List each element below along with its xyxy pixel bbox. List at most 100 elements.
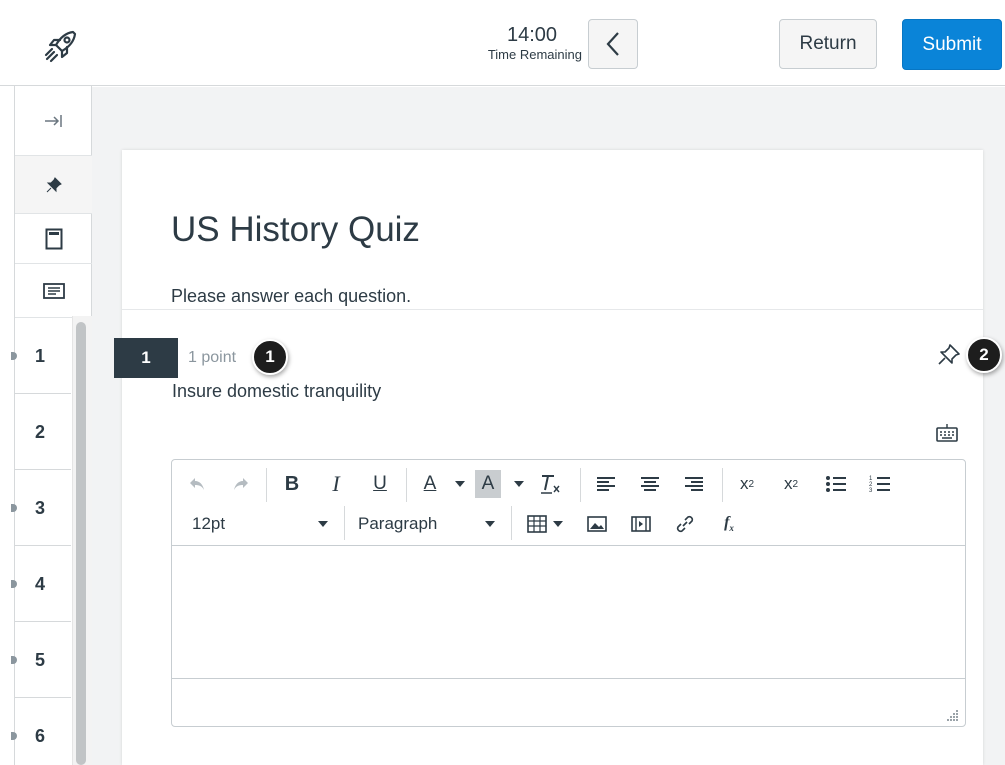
quiz-instructions: Please answer each question.: [171, 286, 412, 306]
expand-sidebar-button[interactable]: [15, 86, 92, 156]
timer: 14:00 Time Remaining: [462, 24, 582, 64]
superscript-button[interactable]: x2: [732, 470, 762, 498]
align-right-button[interactable]: [680, 470, 708, 498]
question-status-dot: [11, 504, 17, 512]
editor-toolbar: B I U A A x2 x2 1 2 3 12pt Paragraph fx: [172, 460, 965, 546]
collapse-timer-button[interactable]: [588, 19, 638, 69]
rail-question-2[interactable]: 2: [15, 394, 71, 470]
toolbar-separator: [266, 468, 267, 502]
bullet-list-button[interactable]: [822, 470, 850, 498]
rail-question-1[interactable]: 1: [11, 318, 71, 394]
block-format-value: Paragraph: [358, 514, 438, 533]
font-size-select[interactable]: 12pt: [192, 510, 302, 538]
question-status-dot: [11, 580, 17, 588]
keyboard-shortcuts-icon[interactable]: [935, 423, 959, 443]
quiz-title: US History Quiz: [171, 210, 420, 249]
bold-button[interactable]: B: [278, 470, 306, 498]
rail-question-number: 6: [35, 726, 46, 746]
pin-question-icon[interactable]: [936, 342, 962, 368]
align-left-icon: [597, 477, 615, 491]
align-left-button[interactable]: [592, 470, 620, 498]
calculator-button[interactable]: [15, 214, 92, 264]
rail-question-6[interactable]: 6: [11, 698, 71, 765]
numbered-list-button[interactable]: 1 2 3: [866, 470, 894, 498]
calculator-icon: [45, 228, 62, 249]
callout-marker-1: 1: [252, 339, 288, 375]
subscript-button[interactable]: x2: [776, 470, 806, 498]
rail-question-number: 5: [35, 650, 46, 670]
rocket-icon: [40, 24, 84, 68]
callout-marker-2: 2: [966, 337, 1002, 373]
notes-icon: [42, 282, 65, 299]
redo-icon: [234, 478, 248, 490]
editor-content-area[interactable]: [172, 546, 965, 678]
rail-scrollbar-thumb[interactable]: [76, 322, 86, 765]
pinned-questions-button[interactable]: [15, 156, 92, 214]
pin-icon: [46, 176, 62, 192]
table-icon: [527, 515, 547, 533]
toolbar-separator: [406, 468, 407, 502]
time-remaining-value: 14:00: [506, 24, 558, 46]
clear-formatting-icon: [541, 475, 560, 494]
table-button[interactable]: [524, 510, 550, 538]
media-icon: [631, 516, 651, 532]
question-navigation-rail: 1 2 3 4 5 6: [11, 86, 92, 765]
numbered-list-icon: 1 2 3: [869, 476, 890, 494]
block-format-select[interactable]: Paragraph: [358, 510, 478, 538]
caret-down-icon[interactable]: [455, 481, 465, 487]
caret-down-icon[interactable]: [485, 521, 495, 527]
resize-handle-icon[interactable]: [947, 708, 959, 721]
submit-button[interactable]: Submit: [902, 19, 1002, 70]
editor-status-bar: [172, 678, 965, 726]
font-size-value: 12pt: [192, 514, 226, 533]
equation-button[interactable]: fx: [716, 510, 742, 538]
rail-question-4[interactable]: 4: [11, 546, 71, 622]
chevron-left-icon: [606, 32, 619, 56]
align-right-icon: [685, 477, 703, 491]
rail-question-number: 1: [35, 346, 46, 366]
toolbar-separator: [511, 506, 512, 540]
caret-down-icon[interactable]: [318, 521, 328, 527]
image-icon: [587, 516, 607, 532]
top-bar: 14:00 Time Remaining Return Submit: [0, 0, 1005, 86]
time-remaining-label: Time Remaining: [487, 47, 582, 62]
undo-button[interactable]: [184, 470, 210, 498]
rail-question-5[interactable]: 5: [11, 622, 71, 698]
question-points: 1 point: [188, 349, 237, 366]
question-text: Insure domestic tranquility: [172, 381, 382, 401]
italic-button[interactable]: I: [322, 470, 350, 498]
bullet-list-icon: [826, 476, 846, 492]
rail-question-number: 4: [35, 574, 46, 594]
text-color-button[interactable]: A: [416, 470, 444, 498]
toolbar-separator: [344, 506, 345, 540]
svg-text:3: 3: [869, 488, 873, 494]
undo-icon: [190, 478, 204, 490]
align-center-icon: [641, 477, 659, 491]
expand-arrow-icon: [44, 114, 62, 127]
toolbar-separator: [580, 468, 581, 502]
clear-formatting-button[interactable]: [536, 470, 566, 498]
rail-question-number: 3: [35, 498, 46, 518]
question-status-dot: [11, 352, 17, 360]
function-icon: fx: [724, 514, 734, 534]
notes-button[interactable]: [15, 264, 92, 318]
divider: [122, 309, 983, 310]
link-button[interactable]: [672, 510, 698, 538]
underline-button[interactable]: U: [366, 470, 394, 498]
rail-question-number: 2: [35, 422, 46, 442]
link-icon: [676, 515, 694, 533]
question-status-dot: [11, 656, 17, 664]
caret-down-icon[interactable]: [553, 521, 563, 527]
redo-button[interactable]: [228, 470, 254, 498]
caret-down-icon[interactable]: [514, 481, 524, 487]
rich-text-editor: B I U A A x2 x2 1 2 3 12pt Paragraph fx: [171, 459, 966, 727]
question-status-dot: [11, 732, 17, 740]
return-button[interactable]: Return: [779, 19, 877, 69]
rail-question-3[interactable]: 3: [11, 470, 71, 546]
question-number-badge: 1: [114, 338, 178, 378]
media-button[interactable]: [628, 510, 654, 538]
toolbar-separator: [722, 468, 723, 502]
align-center-button[interactable]: [636, 470, 664, 498]
image-button[interactable]: [584, 510, 610, 538]
background-color-button[interactable]: A: [475, 470, 501, 498]
